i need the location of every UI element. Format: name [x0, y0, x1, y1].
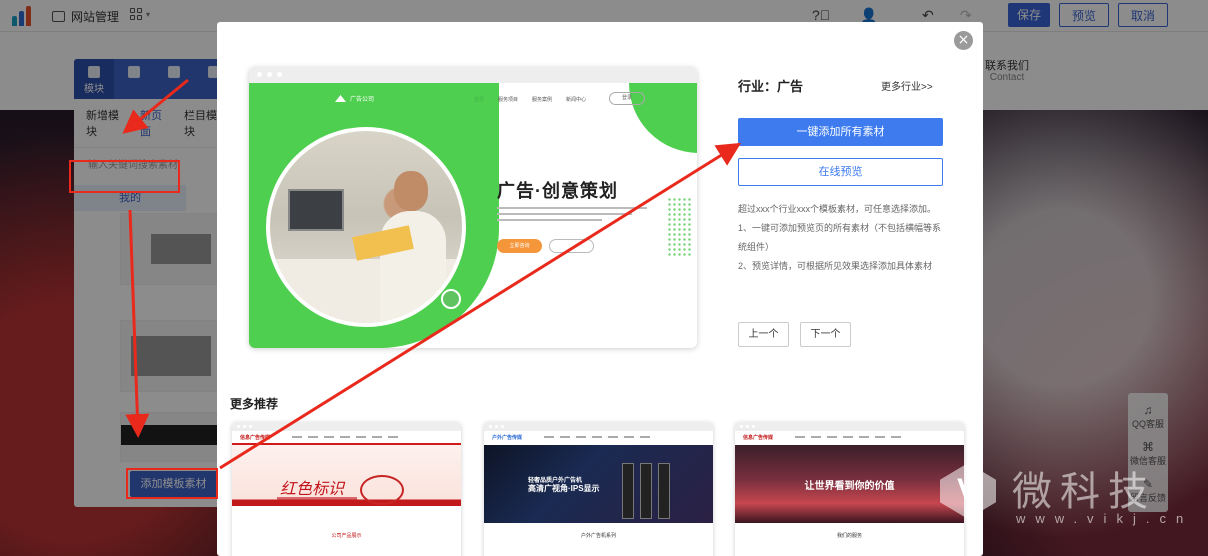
mountain-icon [335, 95, 346, 102]
card-banner: 轻奢品质户外广告机 高清广视角·IPS显示 [484, 445, 713, 523]
preview-logo: 广告公司 [335, 94, 374, 103]
preview-menu-item: 首页 [474, 97, 485, 103]
preview-menu-item: 服务项目 [498, 97, 519, 103]
card-footer: 我们的服务 [836, 533, 862, 539]
info-line: 1、一键可添加预览页的所有素材（不包括横幅等系统组件） [738, 223, 942, 252]
card-banner: 红色标识 [232, 445, 461, 523]
preview-cta: 立即咨询 [497, 239, 542, 253]
card-caption: 高清广视角·IPS显示 [528, 484, 600, 493]
info-line: 2、预览详情，可根据所见效果选择添加具体素材 [738, 261, 933, 271]
card-banner: 让世界看到你的价值 [735, 445, 964, 523]
recommend-card[interactable]: 信息广告传媒 让世界看到你的价值 我们的服务 [735, 422, 964, 556]
card-brand: 户外广告传媒 [492, 435, 523, 441]
card-brand: 信息广告传媒 [240, 435, 271, 441]
close-icon[interactable]: × [954, 31, 973, 50]
preview-nav: 广告公司 首页 服务项目 服务案例 新闻中心 登录 [249, 89, 697, 109]
info-line: 超过xxx个行业xxx个模板素材，可任意选择添加。 [738, 204, 937, 214]
industry-title: 行业：广告 [738, 79, 804, 94]
recommend-card[interactable]: 户外广告传媒 轻奢品质户外广告机 高清广视角·IPS显示 户外广告机系列 [484, 422, 713, 556]
preview-photo [266, 127, 466, 327]
more-recommend-heading: 更多推荐 [230, 397, 279, 411]
card-caption: 让世界看到你的价值 [804, 481, 895, 492]
template-modal: × 广告公司 首页 服务项目 服务案例 新闻中心 登录 广告·创意策划 立即咨询… [217, 22, 983, 556]
prev-button[interactable]: 上一个 [738, 322, 789, 347]
card-footer: 公司产品展示 [331, 533, 362, 539]
card-footer: 户外广告机系列 [580, 533, 616, 539]
browser-chrome [249, 67, 697, 83]
preview-description [497, 207, 647, 225]
more-industry-link[interactable]: 更多行业>> [881, 78, 933, 93]
card-brand: 信息广告传媒 [743, 435, 774, 441]
preview-menu: 首页 服务项目 服务案例 新闻中心 [474, 96, 586, 103]
card-script-title: 红色标识 [280, 479, 345, 498]
template-info: 超过xxx个行业xxx个模板素材，可任意选择添加。 1、一键可添加预览页的所有素… [738, 200, 948, 276]
preview-cta-secondary [549, 239, 594, 253]
preview-title: 广告·创意策划 [497, 181, 618, 201]
preview-menu-item: 服务案例 [532, 97, 553, 103]
preview-brand: 广告公司 [350, 97, 375, 103]
next-button[interactable]: 下一个 [800, 322, 851, 347]
annotation-box-add-template [126, 468, 218, 499]
online-preview-button[interactable]: 在线预览 [738, 158, 943, 186]
preview-menu-item: 新闻中心 [566, 97, 587, 103]
preview-dot-pattern [667, 197, 693, 257]
template-preview: 广告公司 首页 服务项目 服务案例 新闻中心 登录 广告·创意策划 立即咨询 [249, 67, 697, 348]
preview-login-pill: 登录 [609, 92, 645, 105]
annotation-box-mine [69, 160, 180, 193]
seal-icon [360, 475, 404, 505]
recommend-card[interactable]: 信息广告传媒 红色标识 公司产品展示 [232, 422, 461, 556]
add-all-button[interactable]: 一键添加所有素材 [738, 118, 943, 146]
play-icon [441, 289, 461, 309]
